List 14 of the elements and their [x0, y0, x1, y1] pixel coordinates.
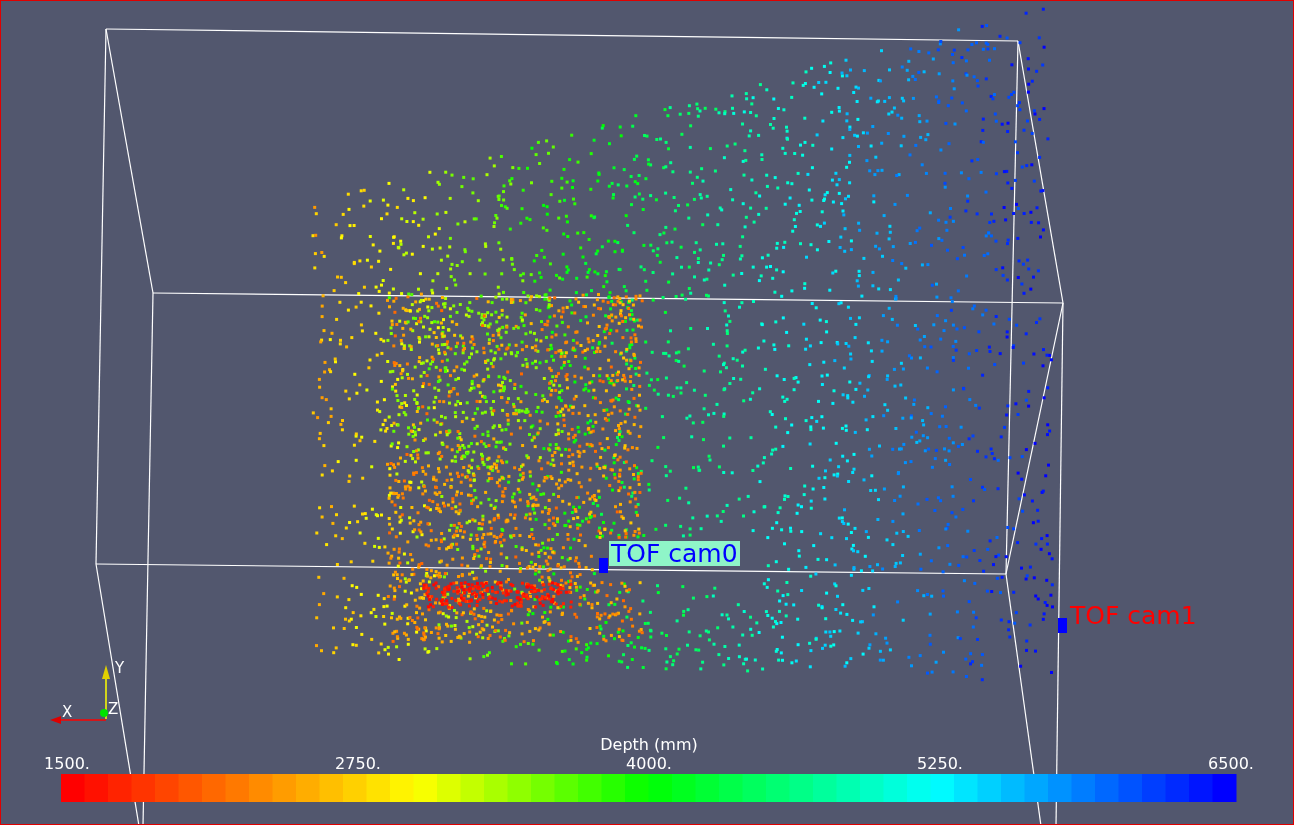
camera-label: TOF cam0: [611, 541, 738, 566]
colorbar-tick-label: 2750.: [334, 754, 382, 774]
colorbar-tick-label: 5250.: [916, 754, 964, 774]
camera-label: TOF cam1: [1070, 603, 1197, 628]
colorbar-tick-label: 4000.: [625, 754, 673, 774]
camera-marker-icon: [1058, 618, 1067, 633]
x-axis-label: X: [62, 703, 73, 721]
camera-marker-icon: [599, 558, 608, 573]
colorbar-tick-label: 6500.: [1207, 754, 1255, 774]
colorbar-title: Depth (mm): [600, 736, 698, 754]
colorbar-tick-label: 1500.: [43, 754, 91, 774]
z-axis-label: Z: [108, 700, 119, 718]
y-axis-label: Y: [115, 659, 125, 677]
axes-triad-drawing: [50, 665, 110, 724]
